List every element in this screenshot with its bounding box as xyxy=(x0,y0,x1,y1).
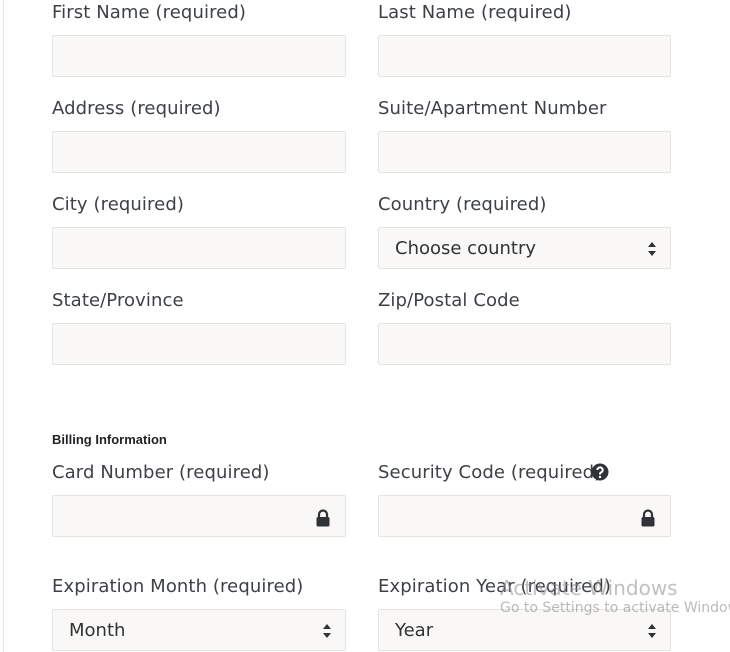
country-select-value: Choose country xyxy=(395,238,537,259)
card-number-label: Card Number (required) xyxy=(52,462,270,483)
card-number-input[interactable] xyxy=(52,495,346,537)
lock-icon xyxy=(641,509,655,527)
last-name-input[interactable] xyxy=(378,35,671,77)
state-input[interactable] xyxy=(52,323,346,365)
select-arrows-icon xyxy=(648,242,656,256)
activate-windows-subtext: Go to Settings to activate Windows. xyxy=(500,600,730,616)
security-code-input[interactable] xyxy=(378,495,671,537)
select-arrows-icon xyxy=(648,624,656,638)
first-name-input[interactable] xyxy=(52,35,346,77)
zip-input[interactable] xyxy=(378,323,671,365)
select-arrows-icon xyxy=(323,624,331,638)
state-label: State/Province xyxy=(52,290,184,311)
lock-icon xyxy=(316,509,330,527)
country-select[interactable]: Choose country xyxy=(378,227,671,269)
security-code-label: Security Code (required) xyxy=(378,462,602,483)
exp-month-label: Expiration Month (required) xyxy=(52,576,304,597)
suite-label: Suite/Apartment Number xyxy=(378,98,607,119)
billing-heading: Billing Information xyxy=(52,432,167,447)
zip-label: Zip/Postal Code xyxy=(378,290,520,311)
address-label: Address (required) xyxy=(52,98,221,119)
last-name-label: Last Name (required) xyxy=(378,2,572,23)
first-name-label: First Name (required) xyxy=(52,2,246,23)
exp-year-value: Year xyxy=(395,620,434,641)
country-label: Country (required) xyxy=(378,194,547,215)
exp-month-value: Month xyxy=(69,620,126,641)
city-label: City (required) xyxy=(52,194,184,215)
help-icon[interactable] xyxy=(591,463,609,481)
city-input[interactable] xyxy=(52,227,346,269)
page-left-border xyxy=(3,0,4,652)
activate-windows-watermark: Activate Windows xyxy=(500,576,678,600)
suite-input[interactable] xyxy=(378,131,671,173)
address-input[interactable] xyxy=(52,131,346,173)
exp-month-select[interactable]: Month xyxy=(52,609,346,651)
